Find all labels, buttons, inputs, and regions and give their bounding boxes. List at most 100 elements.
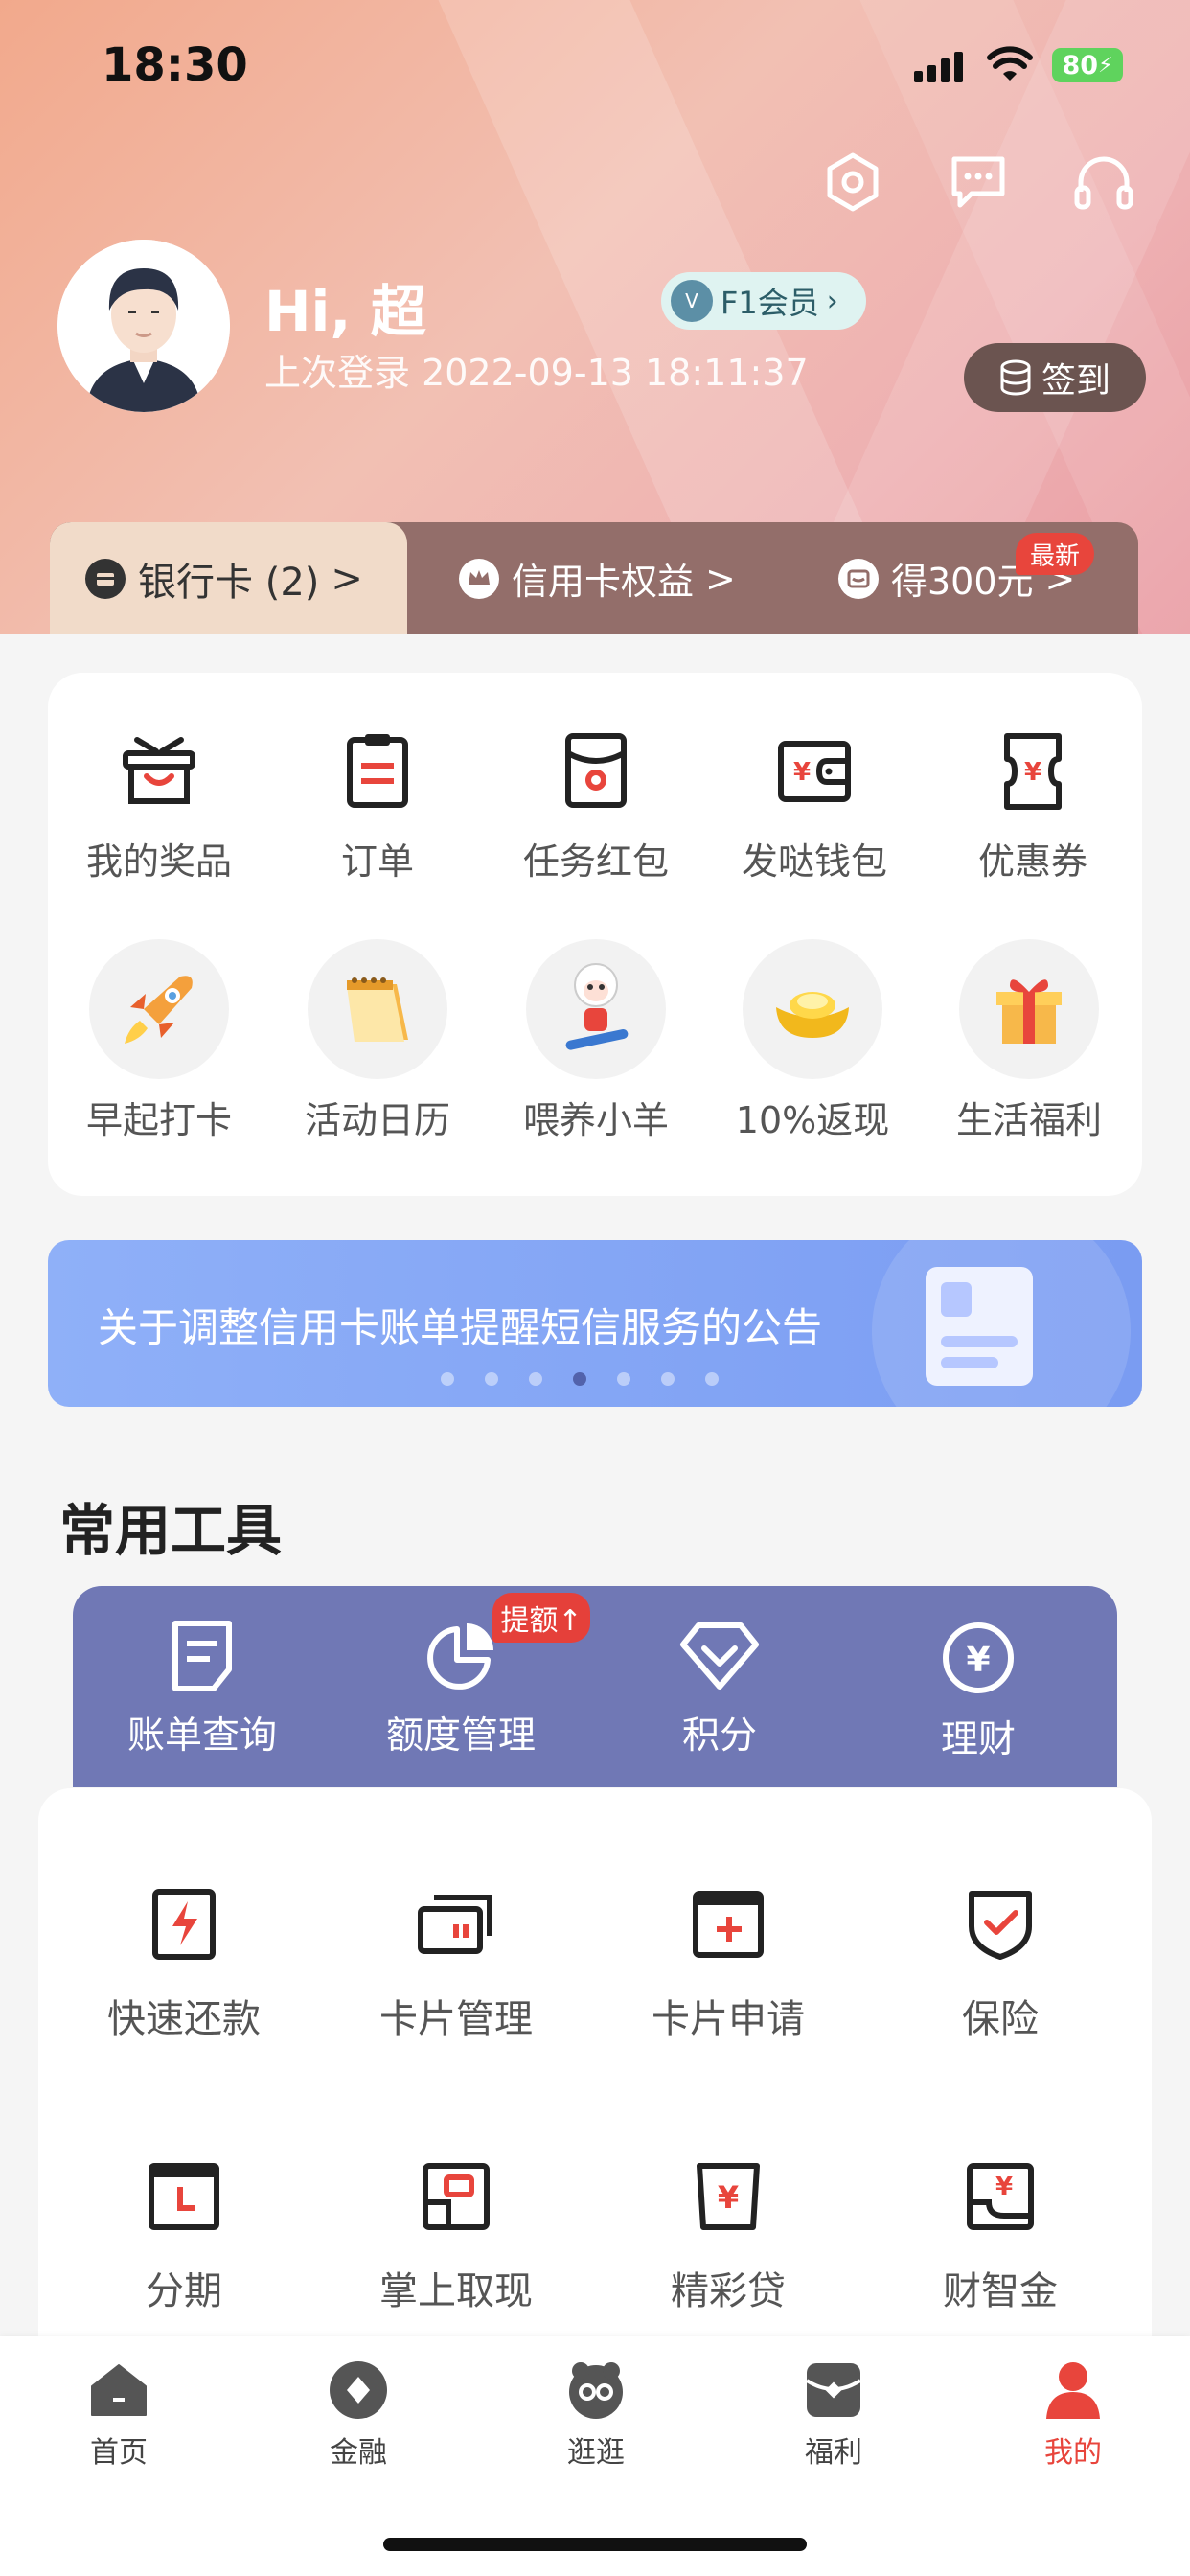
gift-basket-icon [123, 737, 195, 804]
orders-item[interactable]: 订单 [282, 730, 473, 885]
chevron-right-icon: › [826, 284, 838, 318]
cash-withdraw-button[interactable]: 掌上取现 [320, 2158, 592, 2315]
item-label: 活动日历 [304, 1099, 450, 1141]
red-envelope-icon [565, 733, 627, 808]
bill-icon [172, 1621, 232, 1691]
tab-credit-benefits[interactable]: 信用卡权益 > [458, 522, 736, 634]
tab-credit-benefits-label: 信用卡权益 [512, 561, 695, 603]
new-badge: 最新 [1016, 533, 1094, 575]
home-indicator [383, 2538, 807, 2551]
points-button[interactable]: 积分 [590, 1620, 849, 1760]
document-icon [926, 1267, 1033, 1386]
wallet-small-icon [838, 558, 879, 599]
item-label: 早起打卡 [85, 1099, 232, 1141]
profile-icon [1046, 2362, 1100, 2419]
nav-profile[interactable]: 我的 [987, 2359, 1159, 2471]
signal-icon [914, 52, 963, 82]
tool-label: 掌上取现 [379, 2269, 533, 2313]
item-label: 任务红包 [522, 840, 669, 883]
installment-button[interactable]: 分期 [48, 2158, 320, 2315]
nav-label: 逛逛 [567, 2436, 625, 2470]
tool-label: 财智金 [943, 2269, 1058, 2313]
coins-icon [1000, 359, 1031, 396]
nav-label: 首页 [90, 2436, 148, 2470]
tool-label: 账单查询 [126, 1714, 277, 1758]
welfare-icon [805, 2363, 862, 2417]
tab-bank-card[interactable]: 银行卡 (2) > [50, 522, 407, 634]
life-welfare-item[interactable]: 生活福利 [933, 939, 1125, 1143]
tool-label: 额度管理 [385, 1714, 536, 1758]
bill-query-button[interactable]: 账单查询 [73, 1620, 332, 1760]
card-add-icon [693, 1891, 764, 1958]
fund-button[interactable]: ¥ 财智金 [864, 2158, 1136, 2315]
shield-icon [969, 1891, 1032, 1960]
insurance-button[interactable]: 保险 [864, 1886, 1136, 2043]
status-time: 18:30 [102, 38, 248, 92]
lightning-card-icon [152, 1889, 216, 1960]
rocket-icon [125, 976, 193, 1044]
feed-sheep-item[interactable]: 喂养小羊 [500, 939, 692, 1143]
tab-earn-300-label: 得300元 [891, 561, 1034, 603]
greeting: Hi, 超 [264, 279, 426, 344]
chevron-right-icon: > [331, 556, 363, 601]
yuan-coin-icon: ¥ [943, 1622, 1014, 1693]
nav-label: 我的 [1044, 2436, 1102, 2470]
signin-button[interactable]: 签到 [964, 343, 1146, 412]
svg-text:¥: ¥ [793, 758, 811, 787]
carousel-dots [441, 1372, 719, 1386]
tool-label: 快速还款 [107, 1997, 261, 2041]
loan-button[interactable]: ¥ 精彩贷 [592, 2158, 864, 2315]
wallet-item[interactable]: ¥ 发哒钱包 [719, 730, 910, 885]
crown-icon [459, 558, 499, 599]
headset-icon[interactable] [1073, 153, 1134, 213]
installment-icon [149, 2163, 219, 2230]
bank-card-icon [85, 558, 126, 599]
raise-limit-badge: 提额↑ [492, 1593, 590, 1643]
member-level-icon: V [671, 280, 713, 322]
my-prizes-item[interactable]: 我的奖品 [63, 730, 255, 885]
tab-bank-card-label: 银行卡 (2) [138, 560, 320, 605]
tool-label: 卡片申请 [652, 1997, 805, 2041]
member-badge[interactable]: V F1会员 › [661, 272, 866, 330]
top-tab-bar: 银行卡 (2) > 信用卡权益 > 得300元 > [50, 522, 1138, 634]
svg-text:¥: ¥ [718, 2179, 739, 2216]
early-checkin-item[interactable]: 早起打卡 [63, 939, 255, 1143]
wealth-button[interactable]: ¥ 理财 [849, 1620, 1108, 1763]
item-label: 生活福利 [955, 1099, 1102, 1141]
tool-label: 精彩贷 [671, 2269, 786, 2313]
pie-chart-icon [427, 1623, 493, 1690]
signin-label: 签到 [1041, 361, 1110, 401]
avatar[interactable] [57, 240, 230, 412]
nav-label: 金融 [330, 2436, 387, 2470]
task-envelope-item[interactable]: 任务红包 [500, 730, 692, 885]
nav-finance[interactable]: 金融 [272, 2359, 445, 2471]
loan-icon: ¥ [697, 2163, 760, 2230]
fund-icon: ¥ [967, 2163, 1034, 2230]
settings-icon[interactable] [822, 151, 883, 213]
nav-welfare[interactable]: 福利 [747, 2359, 920, 2471]
svg-text:¥: ¥ [995, 2173, 1013, 2201]
tool-label: 理财 [940, 1718, 1016, 1761]
activity-calendar-item[interactable]: 活动日历 [282, 939, 473, 1143]
banner-text: 关于调整信用卡账单提醒短信服务的公告 [98, 1304, 823, 1351]
nav-home[interactable]: 首页 [33, 2359, 205, 2471]
section-title: 常用工具 [59, 1498, 283, 1563]
quick-repay-button[interactable]: 快速还款 [48, 1886, 320, 2043]
gift-box-icon [996, 979, 1062, 1044]
tool-label: 积分 [681, 1714, 757, 1758]
cash-withdraw-icon [423, 2163, 490, 2230]
home-icon [91, 2364, 147, 2416]
cashback-item[interactable]: 10%返现 [717, 939, 908, 1143]
coupon-icon: ¥ [1004, 733, 1062, 810]
message-icon[interactable] [949, 153, 1008, 211]
nav-browse[interactable]: 逛逛 [510, 2359, 682, 2471]
card-manage-button[interactable]: 卡片管理 [320, 1886, 592, 2043]
card-apply-button[interactable]: 卡片申请 [592, 1886, 864, 2043]
wallet-icon: ¥ [778, 741, 851, 802]
tool-label: 分期 [146, 2269, 222, 2313]
svg-text:¥: ¥ [966, 1641, 990, 1680]
tool-label: 保险 [962, 1997, 1039, 2041]
coupon-item[interactable]: ¥ 优惠券 [937, 730, 1129, 885]
last-login: 上次登录 2022-09-13 18:11:37 [264, 352, 809, 394]
wifi-icon [987, 46, 1033, 80]
